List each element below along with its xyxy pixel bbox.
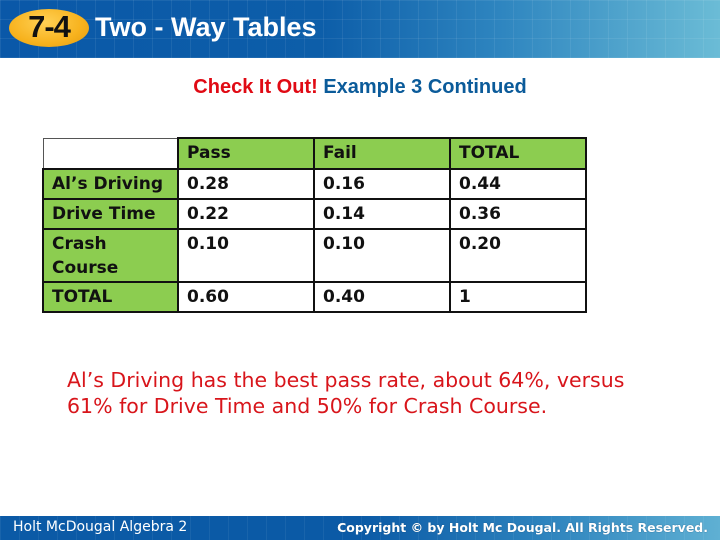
row-header: Crash Course [42, 228, 179, 283]
table-row: TOTAL 0.60 0.40 1 [42, 281, 587, 313]
table-cell: 0.22 [177, 198, 315, 230]
table-cell: 0.10 [313, 228, 451, 283]
example-label: Example 3 Continued [323, 76, 527, 98]
column-header-pass: Pass [177, 137, 315, 170]
lesson-title: Two - Way Tables [95, 12, 317, 42]
table-cell: 0.14 [313, 198, 451, 230]
column-header-fail: Fail [313, 137, 451, 170]
table-cell: 0.16 [313, 168, 451, 200]
lesson-banner: 7-4 Two - Way Tables [0, 0, 720, 58]
table-cell: 1 [449, 281, 587, 313]
check-it-out-label: Check It Out! [193, 76, 318, 98]
column-header-total: TOTAL [449, 137, 587, 170]
table-row: Drive Time 0.22 0.14 0.36 [42, 198, 587, 230]
table-cell: 0.60 [177, 281, 315, 313]
table-cell: 0.28 [177, 168, 315, 200]
table-corner-cell [42, 137, 179, 170]
row-header: Drive Time [42, 198, 179, 230]
footer-bar: Holt McDougal Algebra 2 Copyright © by H… [0, 516, 720, 540]
table-cell: 0.36 [449, 198, 587, 230]
lesson-number: 7-4 [28, 9, 71, 44]
table-cell: 0.40 [313, 281, 451, 313]
two-way-table: Pass Fail TOTAL Al’s Driving 0.28 0.16 0… [42, 137, 587, 313]
table-header-row: Pass Fail TOTAL [42, 137, 587, 170]
conclusion-text: Al’s Driving has the best pass rate, abo… [67, 368, 625, 418]
table-cell: 0.20 [449, 228, 587, 283]
slide-subtitle: Check It Out! Example 3 Continued [0, 76, 720, 99]
table-row: Crash Course 0.10 0.10 0.20 [42, 228, 587, 283]
table-cell: 0.10 [177, 228, 315, 283]
lesson-number-badge: 7-4 [9, 9, 89, 47]
table-row: Al’s Driving 0.28 0.16 0.44 [42, 168, 587, 200]
table-cell: 0.44 [449, 168, 587, 200]
footer-book-title: Holt McDougal Algebra 2 [13, 519, 188, 535]
footer-copyright: Copyright © by Holt Mc Dougal. All Right… [337, 520, 708, 535]
row-header: TOTAL [42, 281, 179, 313]
row-header: Al’s Driving [42, 168, 179, 200]
